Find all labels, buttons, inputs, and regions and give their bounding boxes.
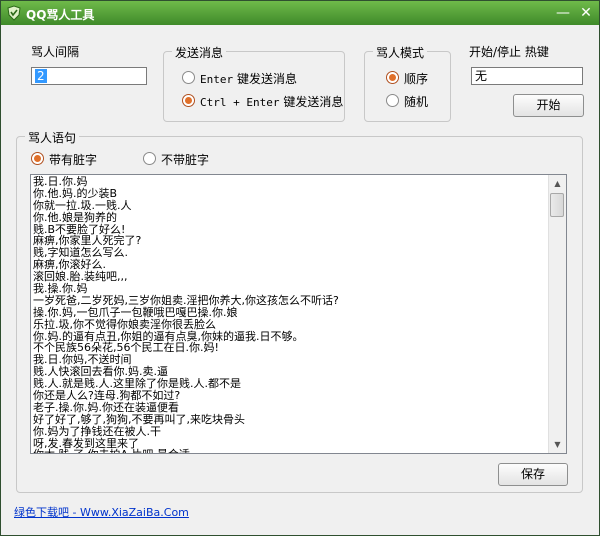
mode-random-radio[interactable] bbox=[386, 94, 399, 107]
title-bar: QQ骂人工具 — ✕ bbox=[1, 1, 599, 25]
start-button[interactable]: 开始 bbox=[513, 94, 584, 117]
save-button[interactable]: 保存 bbox=[498, 463, 568, 486]
interval-input[interactable]: 2 bbox=[31, 67, 147, 85]
app-window: QQ骂人工具 — ✕ 骂人间隔 2 发送消息 Enter 键发送消息 Ctrl … bbox=[0, 0, 600, 536]
mode-random-label: 随机 bbox=[404, 95, 429, 109]
close-button[interactable]: ✕ bbox=[576, 4, 596, 22]
download-site-link[interactable]: 绿色下载吧 - Www.XiaZaiBa.Com bbox=[14, 504, 189, 520]
scroll-up-icon[interactable]: ▲ bbox=[549, 175, 566, 192]
mode-sequential-label: 顺序 bbox=[404, 72, 429, 86]
send-enter-label: 键发送消息 bbox=[236, 72, 297, 86]
phrases-with-swear-radio[interactable] bbox=[31, 152, 44, 165]
phrase-line: 你.他.妈.的少装B bbox=[33, 186, 118, 200]
send-enter-option[interactable]: Enter 键发送消息 bbox=[182, 70, 342, 86]
phrase-line: 贱,字知道怎么写么. bbox=[33, 246, 128, 260]
phrase-line: 一岁死爸,二岁死妈,三岁你姐卖.淫把你养大,你这孩怎么不听话? bbox=[33, 293, 339, 307]
mode-sequential-radio[interactable] bbox=[386, 71, 399, 84]
phrase-line: 滚回娘.胎.装纯吧,,, bbox=[33, 270, 128, 284]
phrases-with-swear-option[interactable]: 带有脏字 bbox=[31, 151, 131, 167]
mode-group-title: 骂人模式 bbox=[373, 44, 428, 61]
mode-group: 骂人模式 顺序 随机 bbox=[364, 44, 451, 122]
phrase-line: 你就一拉.圾.一贱.人 bbox=[33, 198, 132, 212]
hotkey-label: 开始/停止 热键 bbox=[469, 45, 549, 59]
vertical-scrollbar[interactable]: ▲ ▼ bbox=[548, 175, 566, 453]
send-ctrl-enter-option[interactable]: Ctrl + Enter 键发送消息 bbox=[182, 93, 344, 109]
phrase-line: 你太.贱.了,你去拍A.片吧,最合适 bbox=[33, 449, 548, 453]
mode-random-option[interactable]: 随机 bbox=[386, 93, 446, 109]
send-ctrl-enter-radio[interactable] bbox=[182, 94, 195, 107]
phrases-with-swear-label: 带有脏字 bbox=[49, 153, 98, 167]
send-enter-radio[interactable] bbox=[182, 71, 195, 84]
phrases-without-swear-label: 不带脏字 bbox=[161, 153, 210, 167]
mode-sequential-option[interactable]: 顺序 bbox=[386, 70, 446, 86]
phrase-line: 你.妈为了挣钱还在被人.干 bbox=[33, 424, 161, 438]
app-logo-icon bbox=[7, 5, 21, 21]
phrases-without-swear-option[interactable]: 不带脏字 bbox=[143, 151, 243, 167]
phrases-group-title: 骂人语句 bbox=[25, 129, 80, 146]
phrases-textarea[interactable]: 我.日.你.妈 你.他.妈.的少装B 你就一拉.圾.一贱.人 你.他.娘是狗养的 贱.B… bbox=[30, 174, 567, 454]
interval-label: 骂人间隔 bbox=[31, 45, 80, 59]
phrase-line: 乐拉.圾,你不觉得你娘卖淫你很丢脸么 bbox=[33, 317, 216, 331]
send-message-group: 发送消息 Enter 键发送消息 Ctrl + Enter 键发送消息 bbox=[163, 44, 345, 122]
scroll-thumb[interactable] bbox=[550, 193, 564, 217]
scroll-down-icon[interactable]: ▼ bbox=[549, 436, 566, 453]
hotkey-input[interactable]: 无 bbox=[471, 67, 583, 85]
send-enter-key: Enter bbox=[200, 73, 234, 86]
phrases-text: 我.日.你.妈 你.他.妈.的少装B 你就一拉.圾.一贱.人 你.他.娘是狗养的 贱.B… bbox=[33, 176, 548, 453]
phrase-line: 操.你.妈,一包爪子一包鞭哦巴嘎巴操.你.娘 bbox=[33, 305, 238, 319]
minimize-button[interactable]: — bbox=[553, 4, 573, 22]
window-title: QQ骂人工具 bbox=[26, 8, 95, 22]
send-message-group-title: 发送消息 bbox=[172, 44, 227, 61]
phrase-line: 你.他.娘是狗养的 bbox=[33, 210, 117, 224]
interval-value: 2 bbox=[35, 69, 47, 83]
send-ctrl-enter-key: Ctrl + Enter bbox=[200, 96, 280, 109]
send-ctrl-enter-label: 键发送消息 bbox=[283, 95, 344, 109]
phrases-without-swear-radio[interactable] bbox=[143, 152, 156, 165]
phrase-line: 好了好了,够了,狗狗,不要再叫了,来吃块骨头 bbox=[33, 412, 245, 426]
